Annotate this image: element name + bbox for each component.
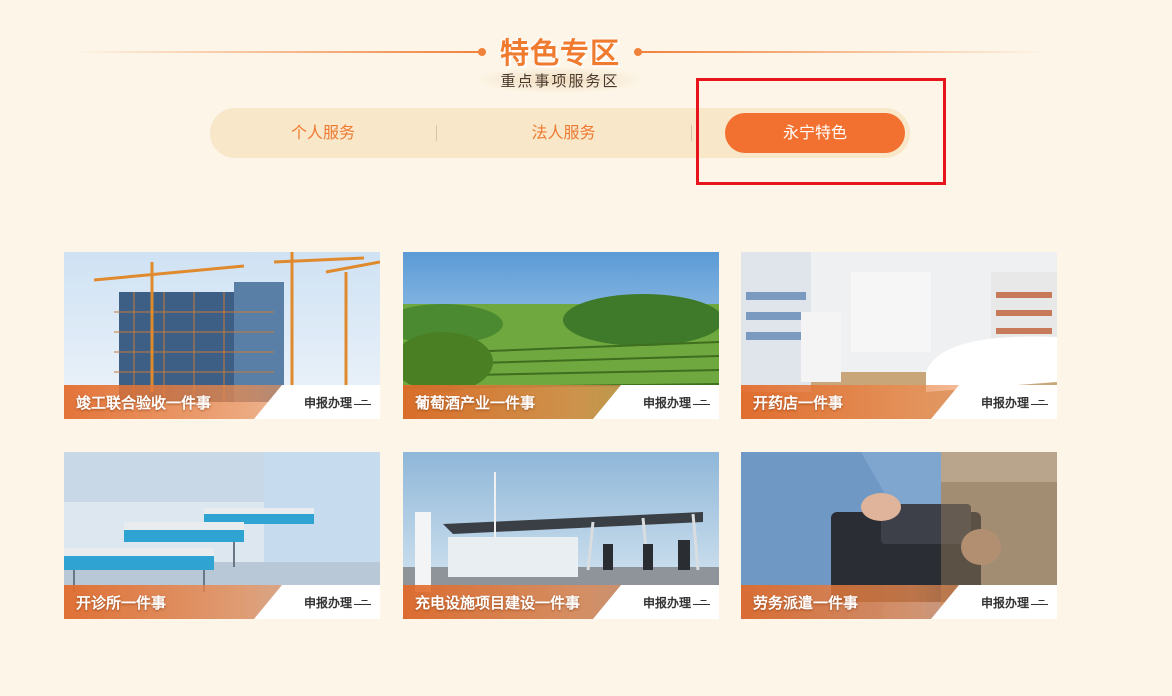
apply-link[interactable]: 申报办理 — [304, 594, 372, 611]
card-title: 劳务派遣一件事 — [753, 594, 859, 612]
apply-label: 申报办理 — [642, 596, 691, 610]
service-card-open-pharmacy[interactable]: 开药店一件事 申报办理 — [741, 252, 1057, 419]
apply-link[interactable]: 申报办理 — [643, 594, 711, 611]
arrow-right-icon — [1031, 600, 1049, 608]
header-divider-right — [640, 51, 1050, 53]
apply-label: 申报办理 — [303, 596, 352, 610]
service-card-completion-acceptance[interactable]: 竣工联合验收一件事 申报办理 — [64, 252, 380, 419]
tab-personal-services[interactable]: 个人服务 — [210, 113, 436, 153]
section-title: 特色专区 — [499, 36, 620, 70]
apply-label: 申报办理 — [642, 396, 691, 410]
arrow-right-icon — [354, 400, 372, 408]
arrow-right-icon — [1031, 400, 1049, 408]
divider-dot-right — [634, 48, 642, 56]
divider-dot-left — [478, 48, 486, 56]
apply-link[interactable]: 申报办理 — [981, 594, 1049, 611]
annotation-highlight-box — [696, 78, 946, 185]
service-card-wine-industry[interactable]: 葡萄酒产业一件事 申报办理 — [403, 252, 719, 419]
arrow-right-icon — [693, 400, 711, 408]
arrow-right-icon — [693, 600, 711, 608]
apply-label: 申报办理 — [980, 396, 1029, 410]
apply-link[interactable]: 申报办理 — [643, 394, 711, 411]
section-subtitle: 重点事项服务区 — [500, 72, 620, 90]
card-title: 充电设施项目建设一件事 — [415, 594, 581, 612]
apply-label: 申报办理 — [303, 396, 352, 410]
tab-separator — [691, 125, 692, 141]
tab-legal-person-services[interactable]: 法人服务 — [436, 113, 691, 153]
apply-link[interactable]: 申报办理 — [304, 394, 372, 411]
service-card-labor-dispatch[interactable]: 劳务派遣一件事 申报办理 — [741, 452, 1057, 619]
apply-link[interactable]: 申报办理 — [981, 394, 1049, 411]
service-card-charging-facility[interactable]: 充电设施项目建设一件事 申报办理 — [403, 452, 719, 619]
card-title: 开药店一件事 — [753, 394, 844, 412]
arrow-right-icon — [354, 600, 372, 608]
card-title: 开诊所一件事 — [76, 594, 167, 612]
apply-label: 申报办理 — [980, 596, 1029, 610]
card-title: 竣工联合验收一件事 — [76, 394, 212, 412]
card-title: 葡萄酒产业一件事 — [415, 394, 536, 412]
service-card-open-clinic[interactable]: 开诊所一件事 申报办理 — [64, 452, 380, 619]
header-divider-left — [70, 51, 480, 53]
